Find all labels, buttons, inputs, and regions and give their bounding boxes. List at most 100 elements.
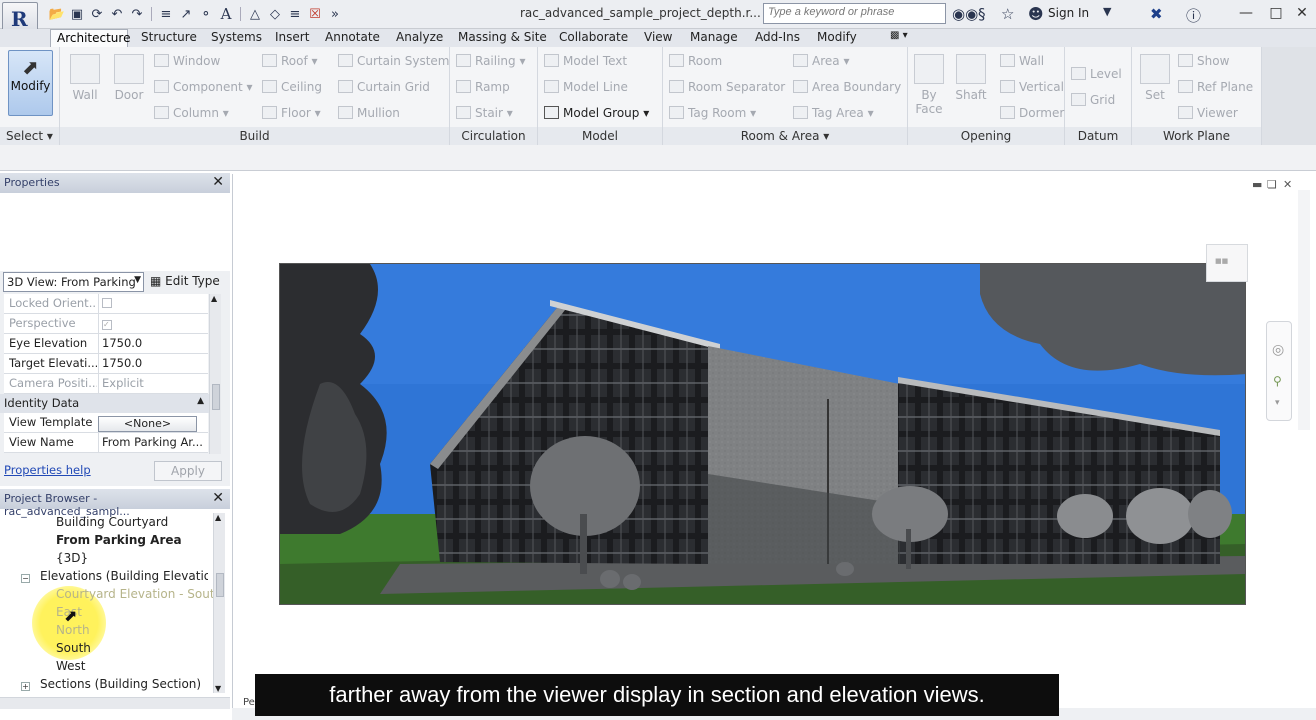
close-button[interactable]: ✕ [1292,4,1312,22]
3d-view-render[interactable] [279,263,1246,605]
level-button[interactable]: Level [1071,67,1122,81]
close-properties-icon[interactable]: ✕ [212,174,224,190]
door-button[interactable]: Door [110,52,148,112]
view-template-button[interactable]: <None> [98,416,197,432]
tree-item-elevations[interactable]: Elevations (Building Elevation [40,569,208,583]
measure-icon[interactable]: ≡ [157,5,175,23]
tree-item-3d[interactable]: {3D} [56,551,88,565]
floor-button[interactable]: Floor ▾ [262,106,321,120]
default-3d-view-icon[interactable]: △ [246,5,264,23]
area-boundary-button[interactable]: Area Boundary [793,80,901,94]
tab-modify[interactable]: Modify [817,29,857,47]
section-icon[interactable]: ◇ [266,5,284,23]
favorites-star-icon[interactable]: ☆ [1001,5,1014,23]
window-button[interactable]: Window [154,54,220,68]
dimension-icon[interactable]: ↗ [177,5,195,23]
set-work-plane-button[interactable]: Set [1136,52,1174,112]
model-line-button[interactable]: Model Line [544,80,628,94]
tab-analyze[interactable]: Analyze [396,29,443,47]
dormer-button[interactable]: Dormer [1000,106,1064,120]
properties-help-link[interactable]: Properties help [4,463,91,477]
help-icon[interactable]: ⓘ [1186,5,1201,26]
view-name-field[interactable]: From Parking Ar... [98,433,208,452]
search-input[interactable]: Type a keyword or phrase [763,3,946,24]
tab-collaborate[interactable]: Collaborate [559,29,628,47]
tree-item-west[interactable]: West [56,659,86,673]
expand-toggle-icon[interactable]: + [21,682,30,691]
tab-structure[interactable]: Structure [141,29,197,47]
apply-button[interactable]: Apply [154,461,222,481]
tag-room-button[interactable]: Tag Room ▾ [669,106,756,120]
exchange-apps-icon[interactable]: ✖ [1150,5,1163,23]
ceiling-button[interactable]: Ceiling [262,80,322,94]
tab-manage[interactable]: Manage [690,29,738,47]
camera-position-field[interactable]: Explicit [98,374,208,393]
nav-options-icon[interactable]: ▾ [1275,398,1280,408]
view-minimize-icon[interactable]: ▬ [1252,178,1262,191]
by-face-button[interactable]: By Face [910,52,948,116]
ref-plane-button[interactable]: Ref Plane [1178,80,1253,94]
sync-icon[interactable]: ⟳ [88,5,106,23]
room-button[interactable]: Room [669,54,722,68]
tab-view[interactable]: View [644,29,672,47]
tab-massing-site[interactable]: Massing & Site [458,29,547,47]
tag-icon[interactable]: ⚬ [197,5,215,23]
perspective-checkbox[interactable]: ✓ [98,314,208,333]
view-close-icon[interactable]: ✕ [1283,178,1292,191]
column-button[interactable]: Column ▾ [154,106,229,120]
close-browser-icon[interactable]: ✕ [212,490,224,506]
tab-architecture[interactable]: Architecture [50,29,130,47]
viewer-button[interactable]: Viewer [1178,106,1238,120]
shaft-button[interactable]: Shaft [952,52,990,112]
tab-insert[interactable]: Insert [275,29,309,47]
sign-in-link[interactable]: Sign In [1048,6,1089,20]
grid-button[interactable]: Grid [1071,93,1115,107]
modify-button[interactable]: ⬈ Modify [8,50,53,116]
tree-item-sections[interactable]: Sections (Building Section) [40,677,201,691]
tab-systems[interactable]: Systems [211,29,262,47]
open-icon[interactable]: 📂 [48,5,66,23]
binoculars-icon[interactable]: ◉◉ [952,5,978,23]
tab-annotate[interactable]: Annotate [325,29,380,47]
area-button[interactable]: Area ▾ [793,54,849,68]
panel-select-label[interactable]: Select ▾ [0,127,59,145]
roof-button[interactable]: Roof ▾ [262,54,318,68]
user-icon[interactable]: ☻ [1028,5,1044,23]
curtain-system-button[interactable]: Curtain System [338,54,449,68]
browser-scrollbar[interactable]: ▲ ▼ [213,513,225,693]
browser-hscrollbar[interactable] [0,697,230,709]
zoom-icon[interactable]: ⚲ [1273,374,1282,388]
customize-qat-icon[interactable]: » [326,5,344,23]
sign-in-dropdown-icon[interactable]: ▼ [1103,5,1111,18]
collapse-toggle-icon[interactable]: − [21,574,30,583]
type-selector[interactable]: 3D View: From Parking ▼ [3,272,144,292]
ribbon-minimize-icon[interactable]: ▩ ▾ [890,29,908,47]
show-work-plane-button[interactable]: Show [1178,54,1229,68]
model-group-button[interactable]: Model Group ▾ [544,106,649,120]
redo-icon[interactable]: ↷ [128,5,146,23]
ramp-button[interactable]: Ramp [456,80,510,94]
tab-add-ins[interactable]: Add-Ins [755,29,800,47]
maximize-button[interactable]: □ [1266,4,1286,22]
target-elevation-field[interactable]: 1750.0 [98,354,208,373]
minimize-button[interactable]: — [1236,4,1256,22]
viewcube[interactable]: ■■ [1206,244,1248,282]
mullion-button[interactable]: Mullion [338,106,400,120]
close-hidden-windows-icon[interactable]: ☒ [306,5,324,23]
edit-type-button[interactable]: ▦ Edit Type [150,274,220,288]
eye-elevation-field[interactable]: 1750.0 [98,334,208,353]
thin-lines-icon[interactable]: ≡ [286,5,304,23]
view-restore-icon[interactable]: ❏ [1267,178,1277,191]
identity-data-group[interactable]: Identity Data ▲ [0,394,210,413]
properties-scrollbar[interactable]: ▲ [209,294,221,454]
locked-orientation-checkbox[interactable] [98,294,208,313]
tree-item-north[interactable]: North [56,623,90,637]
vertical-opening-button[interactable]: Vertical [1000,80,1064,94]
wall-opening-button[interactable]: Wall [1000,54,1044,68]
curtain-grid-button[interactable]: Curtain Grid [338,80,430,94]
tree-item-from-parking-area[interactable]: From Parking Area [56,533,182,547]
wall-button[interactable]: Wall [66,52,104,112]
subscription-icon[interactable]: § [978,5,986,23]
model-text-button[interactable]: Model Text [544,54,627,68]
tree-item-building-courtyard[interactable]: Building Courtyard [56,515,168,529]
